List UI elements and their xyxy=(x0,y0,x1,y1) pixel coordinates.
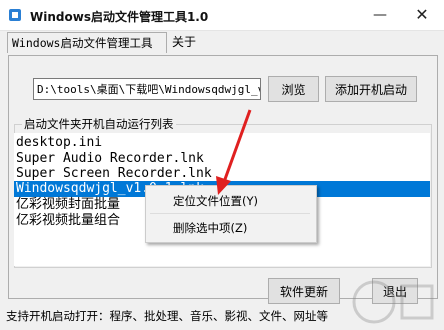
list-item[interactable]: Super Audio Recorder.lnk xyxy=(16,151,204,167)
browse-button[interactable]: 浏览 xyxy=(268,76,319,102)
list-item[interactable]: 亿彩视频封面批量 xyxy=(16,197,120,213)
tab-about[interactable]: 关于 xyxy=(168,32,210,52)
minimize-button[interactable]: — xyxy=(360,0,400,30)
menu-separator xyxy=(150,213,310,214)
close-button[interactable]: ✕ xyxy=(402,0,442,30)
window-title: Windows启动文件管理工具1.0 xyxy=(30,10,209,24)
tab-main[interactable]: Windows启动文件管理工具 xyxy=(7,32,167,53)
list-item[interactable]: desktop.ini xyxy=(16,135,102,151)
watermark-logo-icon xyxy=(352,280,434,324)
title-bar: Windows启动文件管理工具1.0 — ✕ xyxy=(0,0,444,31)
update-button[interactable]: 软件更新 xyxy=(268,278,340,304)
add-startup-button[interactable]: 添加开机启动 xyxy=(325,76,417,102)
app-window: Windows启动文件管理工具1.0 — ✕ Windows启动文件管理工具 关… xyxy=(0,0,444,330)
menu-item-locate[interactable]: 定位文件位置(Y) xyxy=(173,191,258,211)
startup-list-label: 启动文件夹开机自动运行列表 xyxy=(22,116,176,132)
list-item[interactable]: Super Screen Recorder.lnk xyxy=(16,166,212,182)
tab-strip: Windows启动文件管理工具 关于 xyxy=(4,32,440,54)
app-icon xyxy=(9,9,21,21)
path-input[interactable]: D:\tools\桌面\下载吧\Windowsqdwjgl_v1 xyxy=(33,78,261,100)
context-menu: 定位文件位置(Y) 删除选中项(Z) xyxy=(145,185,317,243)
status-text: 支持开机启动打开：程序、批处理、音乐、影视、文件、网址等 xyxy=(6,309,328,323)
menu-item-delete[interactable]: 删除选中项(Z) xyxy=(173,218,247,238)
list-item[interactable]: 亿彩视频批量组合 xyxy=(16,213,120,229)
